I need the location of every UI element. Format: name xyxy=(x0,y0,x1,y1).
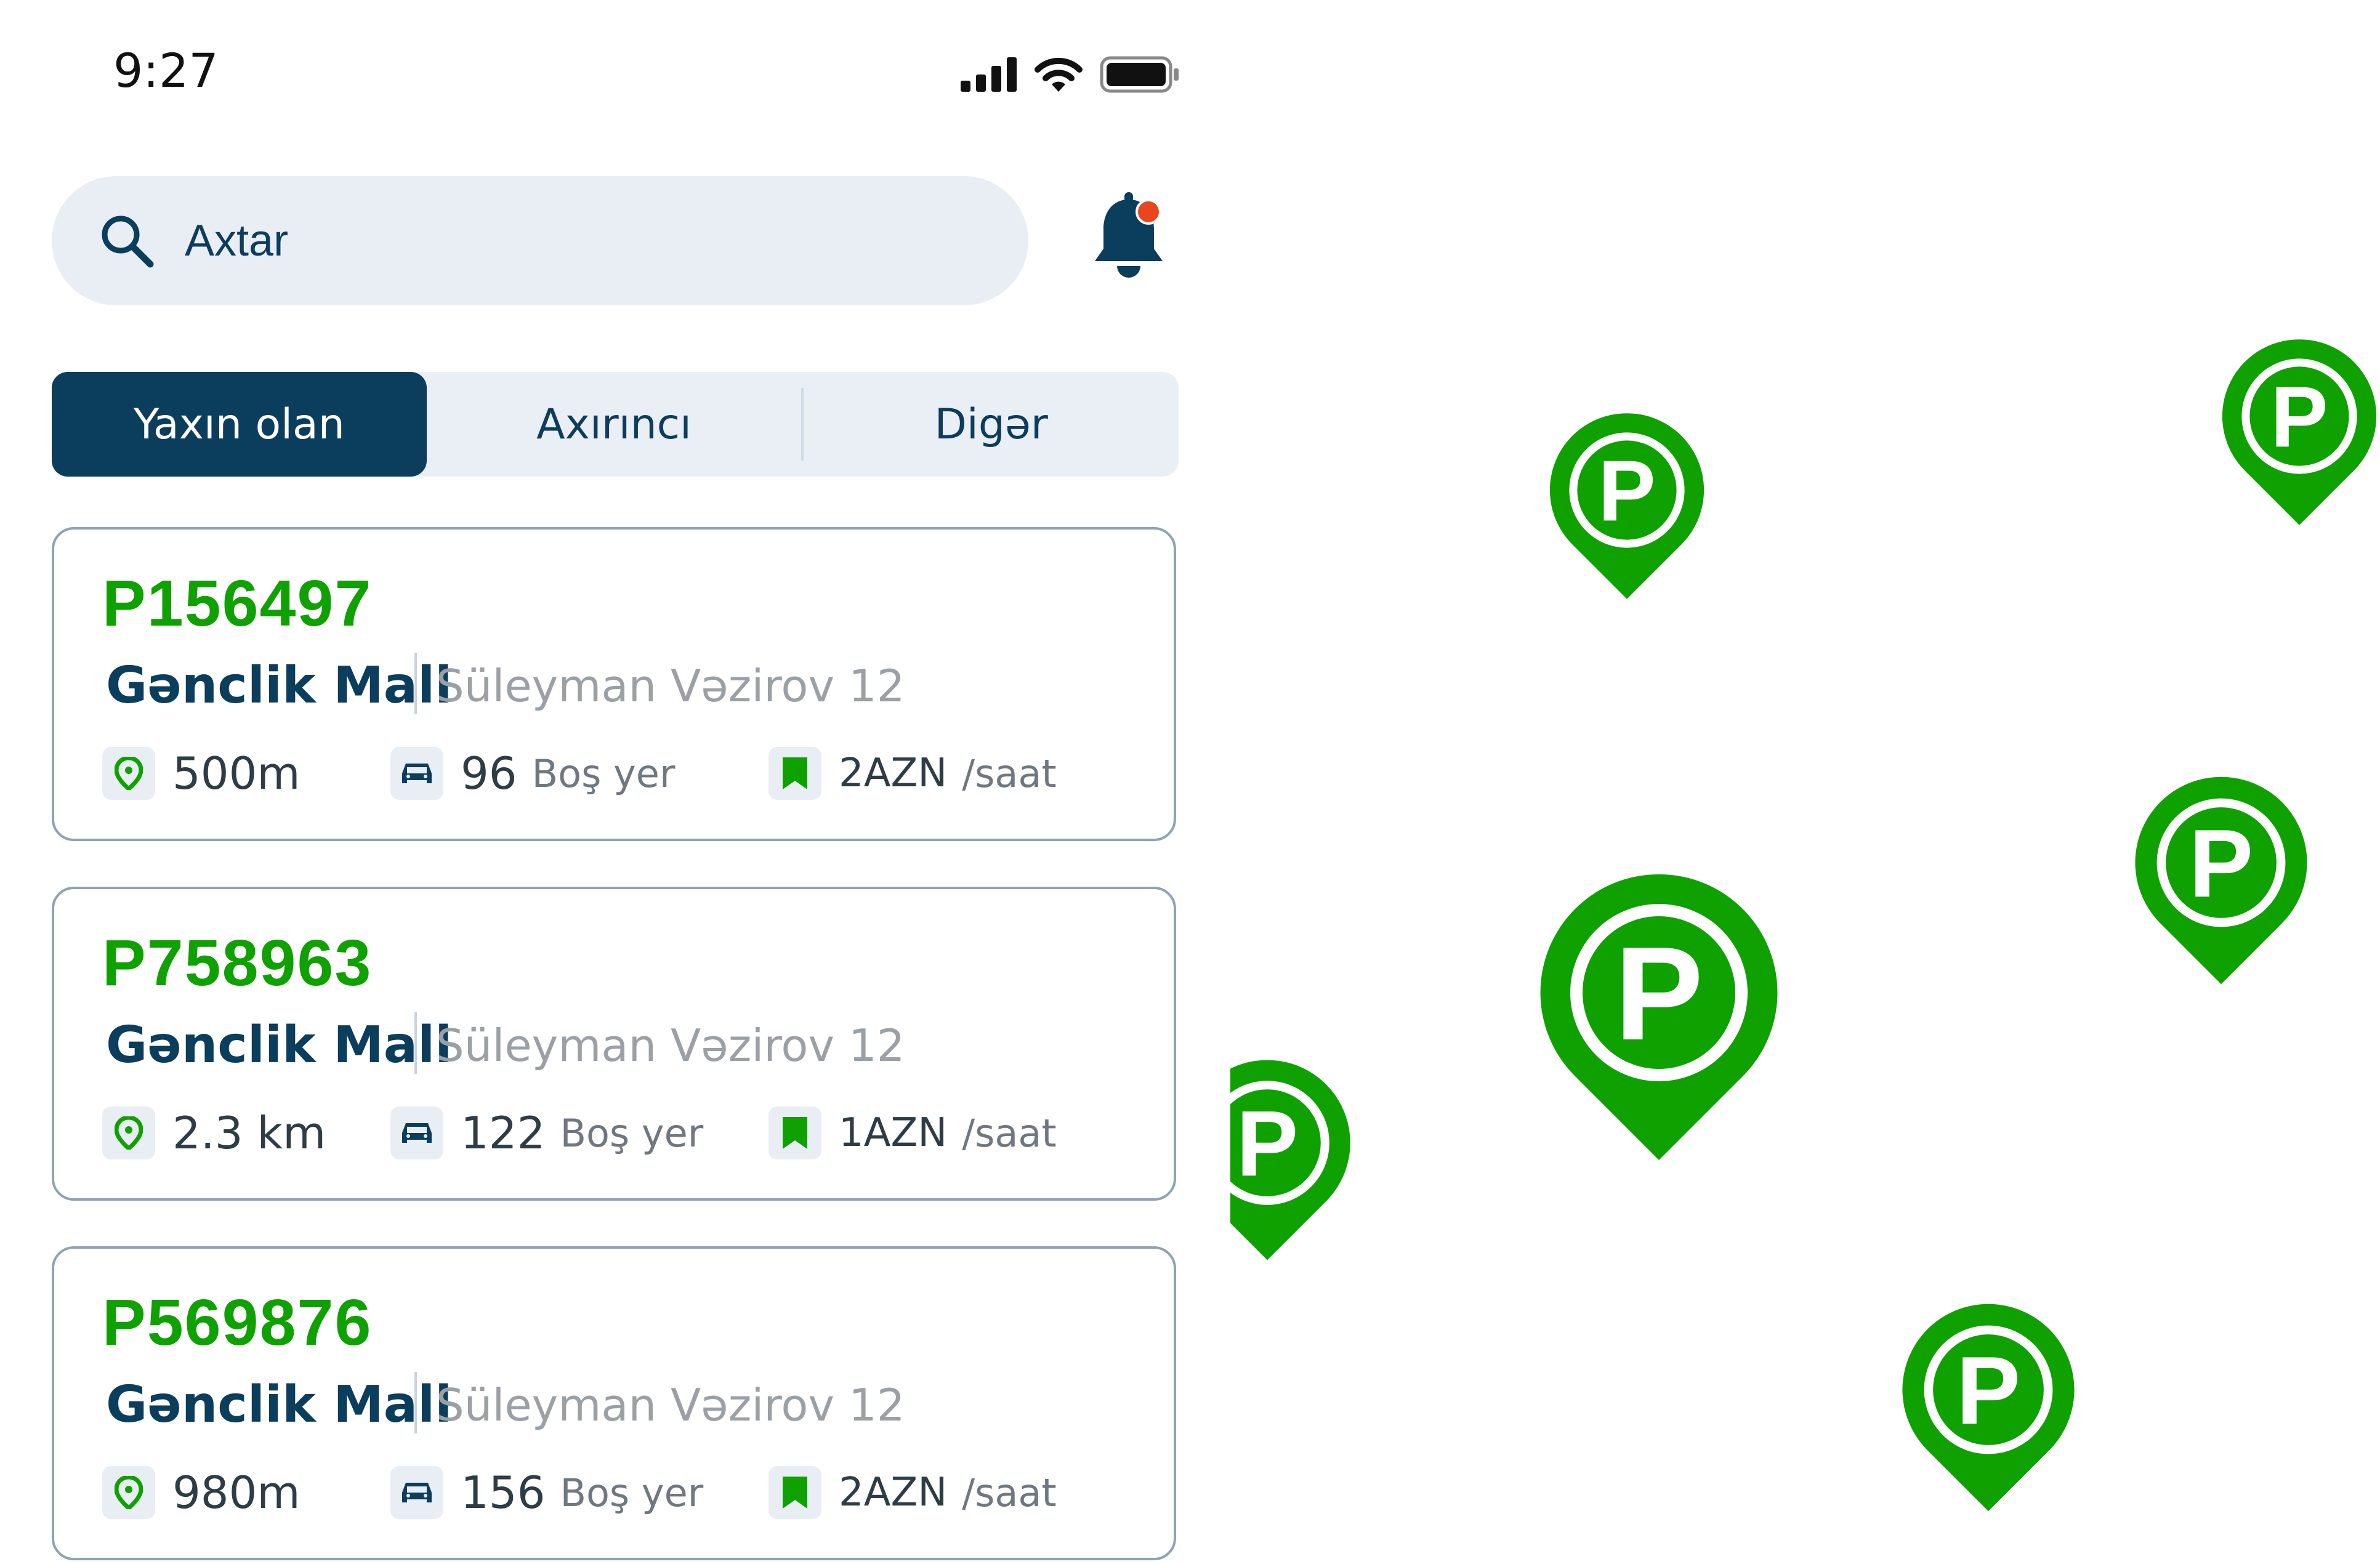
location-pin-icon xyxy=(115,1116,143,1150)
free-spots-count: 156 xyxy=(461,1467,546,1518)
distance-info: 500m xyxy=(102,744,301,803)
free-spots-label: Boş yer xyxy=(560,1110,704,1156)
parking-card[interactable]: P156497 Gənclik Mall Süleyman Vəzirov 12… xyxy=(52,527,1176,841)
battery-icon xyxy=(1100,56,1179,93)
price-info: 2AZN /saat xyxy=(768,744,1057,803)
parking-pin-icon[interactable]: P xyxy=(1536,869,1782,1165)
search-icon xyxy=(102,216,154,268)
parking-address: Süleyman Vəzirov 12 xyxy=(436,1379,905,1431)
svg-text:P: P xyxy=(1615,919,1703,1068)
filter-tabs: Yaxın olan Axırıncı Digər xyxy=(52,372,1179,477)
wifi-icon xyxy=(1035,57,1083,92)
divider xyxy=(414,653,417,714)
search-input[interactable] xyxy=(184,215,925,267)
location-pin-icon xyxy=(115,1476,143,1509)
parking-pin-icon[interactable]: P xyxy=(1899,1300,2078,1515)
map-view[interactable]: P P P P P P xyxy=(1230,0,2380,1564)
svg-text:P: P xyxy=(1236,1092,1299,1196)
svg-text:P: P xyxy=(1598,442,1656,539)
bell-icon[interactable] xyxy=(1090,192,1168,280)
parking-code: P156497 xyxy=(102,567,373,640)
notification-badge xyxy=(1136,199,1161,225)
signal-icon xyxy=(961,57,1017,92)
parking-code: P569876 xyxy=(102,1286,373,1359)
search-bar[interactable] xyxy=(52,176,1028,305)
price-info: 2AZN /saat xyxy=(768,1463,1057,1522)
car-icon xyxy=(402,764,432,783)
free-spots-count: 96 xyxy=(461,748,517,799)
svg-text:P: P xyxy=(2270,368,2328,465)
parking-name: Gənclik Mall xyxy=(106,1016,453,1074)
bookmark-icon xyxy=(783,1117,807,1149)
status-icons xyxy=(961,53,1180,96)
free-spots-count: 122 xyxy=(461,1107,546,1159)
tab-other[interactable]: Digər xyxy=(804,372,1179,477)
distance-info: 980m xyxy=(102,1463,301,1522)
distance-value: 980m xyxy=(172,1467,301,1518)
free-spots-info: 96 Boş yer xyxy=(390,744,675,803)
free-spots-info: 156 Boş yer xyxy=(390,1463,703,1522)
parking-card[interactable]: P569876 Gənclik Mall Süleyman Vəzirov 12… xyxy=(52,1246,1176,1560)
parking-code: P758963 xyxy=(102,927,373,999)
price-value: 2AZN xyxy=(839,751,948,796)
tab-nearby[interactable]: Yaxın olan xyxy=(52,372,427,477)
tab-recent[interactable]: Axırıncı xyxy=(427,372,802,477)
car-icon xyxy=(402,1483,432,1502)
parking-pin-icon[interactable]: P xyxy=(1547,410,1707,602)
parking-address: Süleyman Vəzirov 12 xyxy=(436,660,905,712)
price-value: 1AZN xyxy=(839,1110,948,1156)
parking-pin-icon[interactable]: P xyxy=(1230,1057,1353,1264)
divider xyxy=(414,1372,417,1433)
location-pin-icon xyxy=(115,757,143,790)
parking-card[interactable]: P758963 Gənclik Mall Süleyman Vəzirov 12… xyxy=(52,887,1176,1201)
free-spots-label: Boş yer xyxy=(531,751,676,796)
parking-pin-icon[interactable]: P xyxy=(2219,336,2379,528)
parking-name: Gənclik Mall xyxy=(106,656,453,715)
status-time: 9:27 xyxy=(113,43,219,98)
parking-pin-icon[interactable]: P xyxy=(2132,773,2310,988)
price-unit: /saat xyxy=(962,1110,1057,1156)
price-value: 2AZN xyxy=(839,1470,948,1515)
svg-text:P: P xyxy=(1956,1337,2020,1445)
free-spots-label: Boş yer xyxy=(560,1470,704,1515)
bookmark-icon xyxy=(783,1477,807,1509)
price-unit: /saat xyxy=(962,1470,1057,1515)
free-spots-info: 122 Boş yer xyxy=(390,1103,703,1163)
bookmark-icon xyxy=(783,757,807,789)
price-unit: /saat xyxy=(962,751,1057,796)
parking-address: Süleyman Vəzirov 12 xyxy=(436,1020,905,1071)
divider xyxy=(414,1012,417,1074)
distance-info: 2.3 km xyxy=(102,1103,326,1163)
price-info: 1AZN /saat xyxy=(768,1103,1057,1163)
distance-value: 500m xyxy=(172,748,301,799)
parking-name: Gənclik Mall xyxy=(106,1376,453,1434)
distance-value: 2.3 km xyxy=(172,1107,326,1159)
car-icon xyxy=(402,1123,432,1143)
svg-text:P: P xyxy=(2189,810,2253,917)
